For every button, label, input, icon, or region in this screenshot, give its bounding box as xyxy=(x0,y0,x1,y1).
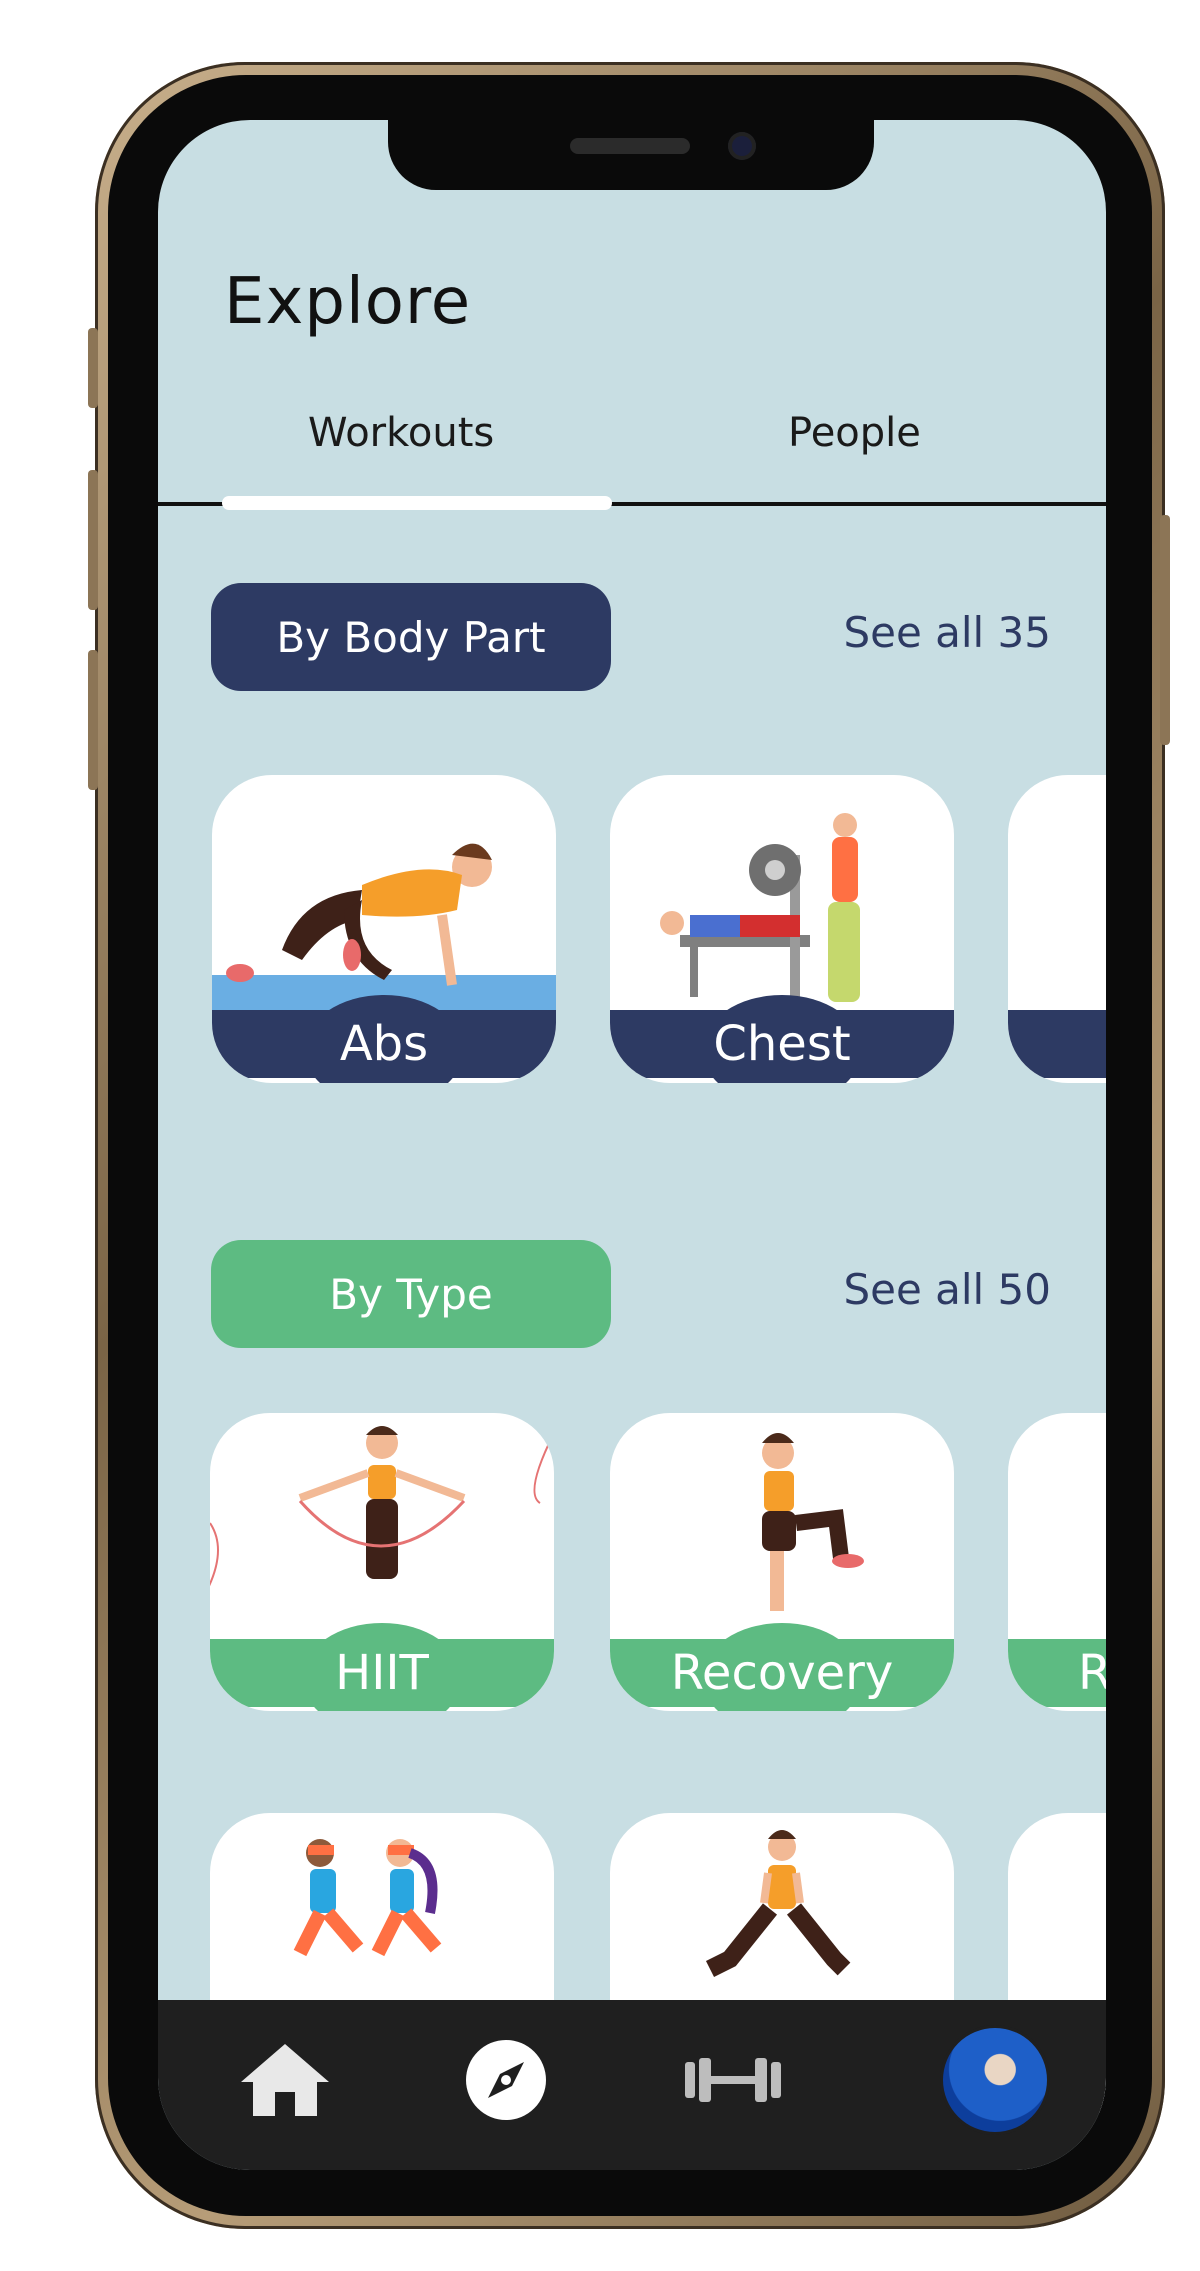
body-part-card-abs[interactable]: Abs xyxy=(212,775,556,1083)
notch xyxy=(388,120,874,190)
stretch-illustration xyxy=(705,1830,851,1978)
card-label-partial xyxy=(1008,1010,1106,1078)
tab-people[interactable]: People xyxy=(788,410,921,456)
power-button xyxy=(1160,515,1170,745)
running-illustration xyxy=(293,1839,442,1957)
card-label-hiit: HIIT xyxy=(210,1639,554,1707)
card-label-chest: Chest xyxy=(610,1010,954,1078)
home-icon xyxy=(241,2044,329,2116)
bottom-navigation-bar xyxy=(158,2000,1106,2170)
tab-workouts[interactable]: Workouts xyxy=(308,410,494,456)
body-part-card-partial[interactable] xyxy=(1008,775,1106,1083)
by-type-chip[interactable]: By Type xyxy=(211,1240,611,1348)
body-part-card-chest[interactable]: Chest xyxy=(610,775,954,1083)
type-card-recovery[interactable]: Recovery xyxy=(610,1413,954,1711)
type-card-partial[interactable]: R xyxy=(1008,1413,1106,1711)
compass-icon xyxy=(466,2040,546,2120)
type-card-hiit[interactable]: HIIT xyxy=(210,1413,554,1711)
page-title: Explore xyxy=(224,265,472,339)
see-all-types-link[interactable]: See all 50 xyxy=(843,1265,1051,1314)
by-body-part-chip[interactable]: By Body Part xyxy=(211,583,611,691)
see-all-body-parts-link[interactable]: See all 35 xyxy=(843,608,1051,657)
volume-up-button xyxy=(88,470,98,610)
volume-down-button xyxy=(88,650,98,790)
speaker-grille xyxy=(570,138,690,154)
app-screen: Explore Workouts People By Body Part See… xyxy=(158,120,1106,2170)
dumbbell-icon xyxy=(685,2058,781,2102)
active-tab-indicator xyxy=(222,496,612,510)
mute-switch xyxy=(88,328,98,408)
nav-workouts-button[interactable] xyxy=(678,2030,788,2130)
nav-explore-button[interactable] xyxy=(456,2030,556,2130)
front-camera xyxy=(728,132,756,160)
card-label-abs: Abs xyxy=(212,1010,556,1078)
nav-profile-button[interactable] xyxy=(940,2028,1050,2132)
nav-home-button[interactable] xyxy=(230,2030,340,2130)
card-label-partial: R xyxy=(1008,1639,1106,1707)
profile-avatar xyxy=(943,2028,1047,2132)
card-label-recovery: Recovery xyxy=(610,1639,954,1707)
